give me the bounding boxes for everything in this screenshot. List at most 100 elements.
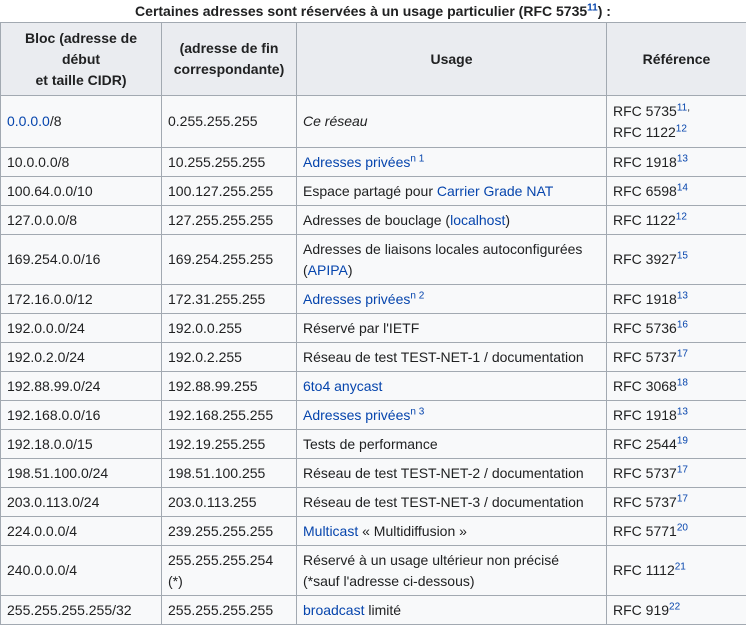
usage-link[interactable]: localhost: [450, 212, 505, 228]
cell-usage: Adresses privéesn 3: [296, 400, 607, 430]
cell-reference: RFC 573717: [606, 342, 746, 372]
table-row: 172.16.0.0/12 172.31.255.255 Adresses pr…: [0, 284, 746, 314]
cell-usage: Ce réseau: [296, 95, 607, 148]
cell-bloc: 10.0.0.0/8: [0, 147, 162, 177]
cell-usage: Réservé à un usage ultérieur non précisé…: [296, 545, 607, 596]
cell-usage: broadcast limité: [296, 595, 607, 625]
cell-fin: 10.255.255.255: [161, 147, 297, 177]
cell-bloc: 127.0.0.0/8: [0, 205, 162, 235]
table-row: 192.88.99.0/24 192.88.99.255 6to4 anycas…: [0, 371, 746, 401]
cell-usage: Réservé par l'IETF: [296, 313, 607, 343]
cell-reference: RFC 573717: [606, 458, 746, 488]
note-link[interactable]: n 3: [410, 406, 424, 417]
cell-fin: 198.51.100.255: [161, 458, 297, 488]
table-row: 192.0.2.0/24 192.0.2.255 Réseau de test …: [0, 342, 746, 372]
ref-link[interactable]: 13: [677, 153, 688, 164]
ref-link[interactable]: 15: [677, 250, 688, 261]
cell-usage: Réseau de test TEST-NET-2 / documentatio…: [296, 458, 607, 488]
table-row: 224.0.0.0/4 239.255.255.255 Multicast « …: [0, 516, 746, 546]
ref-link[interactable]: 17: [677, 464, 688, 475]
ref-link[interactable]: 12: [676, 123, 687, 134]
cell-fin: 239.255.255.255: [161, 516, 297, 546]
ref-link[interactable]: 22: [669, 601, 680, 612]
ref-link[interactable]: 12: [676, 211, 687, 222]
usage-link[interactable]: Adresses privées: [303, 291, 410, 307]
cell-fin: 127.255.255.255: [161, 205, 297, 235]
cell-reference: RFC 191813: [606, 147, 746, 177]
bloc-link[interactable]: 0.0.0.0: [7, 113, 50, 129]
ref-link[interactable]: 16: [677, 319, 688, 330]
ref-link[interactable]: 20: [677, 522, 688, 533]
cell-bloc: 255.255.255.255/32: [0, 595, 162, 625]
usage-link[interactable]: Multicast: [303, 523, 358, 539]
table-row: 10.0.0.0/8 10.255.255.255 Adresses privé…: [0, 147, 746, 177]
ref-link[interactable]: 19: [677, 435, 688, 446]
cell-reference: RFC 111221: [606, 545, 746, 596]
cell-fin: 169.254.255.255: [161, 234, 297, 285]
cell-bloc: 100.64.0.0/10: [0, 176, 162, 206]
cell-usage: Multicast « Multidiffusion »: [296, 516, 607, 546]
cell-fin: 255.255.255.255: [161, 595, 297, 625]
usage-link[interactable]: Adresses privées: [303, 407, 410, 423]
cell-usage: Réseau de test TEST-NET-1 / documentatio…: [296, 342, 607, 372]
header-bloc: Bloc (adresse de début et taille CIDR): [0, 22, 162, 96]
cell-bloc: 0.0.0.0/8: [0, 95, 162, 148]
usage-link[interactable]: broadcast: [303, 602, 364, 618]
cell-reference: RFC 191813: [606, 284, 746, 314]
header-row: Bloc (adresse de début et taille CIDR) (ad…: [0, 22, 746, 96]
cell-reference: RFC 112212: [606, 205, 746, 235]
cell-reference: RFC 392715: [606, 234, 746, 285]
ref-link[interactable]: 14: [677, 182, 688, 193]
table-row: 255.255.255.255/32 255.255.255.255 broad…: [0, 595, 746, 625]
usage-link[interactable]: Adresses privées: [303, 154, 410, 170]
cell-fin: 203.0.113.255: [161, 487, 297, 517]
table-row: 0.0.0.0/8 0.255.255.255 Ce réseau RFC 57…: [0, 95, 746, 148]
table-row: 192.0.0.0/24 192.0.0.255 Réservé par l'I…: [0, 313, 746, 343]
ref-link[interactable]: 11: [677, 102, 687, 113]
table-row: 100.64.0.0/10 100.127.255.255 Espace par…: [0, 176, 746, 206]
cell-reference: RFC 306818: [606, 371, 746, 401]
table-row: 240.0.0.0/4 255.255.255.254 (*) Réservé à…: [0, 545, 746, 596]
cell-reference: RFC 577120: [606, 516, 746, 546]
note-link[interactable]: n 2: [410, 290, 424, 301]
cell-fin: 192.19.255.255: [161, 429, 297, 459]
table-row: 203.0.113.0/24 203.0.113.255 Réseau de t…: [0, 487, 746, 517]
cell-bloc: 192.0.2.0/24: [0, 342, 162, 372]
cell-fin: 255.255.255.254 (*): [161, 545, 297, 596]
cell-fin: 192.88.99.255: [161, 371, 297, 401]
cell-fin: 192.0.0.255: [161, 313, 297, 343]
usage-link[interactable]: Carrier Grade NAT: [437, 183, 553, 199]
cell-bloc: 198.51.100.0/24: [0, 458, 162, 488]
ref-link[interactable]: 21: [675, 561, 686, 572]
cell-usage: Adresses privéesn 2: [296, 284, 607, 314]
usage-link[interactable]: APIPA: [308, 262, 348, 278]
reserved-addresses-table: Bloc (adresse de début et taille CIDR) (ad…: [0, 22, 746, 625]
cell-bloc: 172.16.0.0/12: [0, 284, 162, 314]
ref-link[interactable]: 13: [677, 290, 688, 301]
ref-link[interactable]: 13: [677, 406, 688, 417]
cell-bloc: 192.0.0.0/24: [0, 313, 162, 343]
cell-usage: 6to4 anycast: [296, 371, 607, 401]
cell-fin: 192.0.2.255: [161, 342, 297, 372]
cell-usage: Réseau de test TEST-NET-3 / documentatio…: [296, 487, 607, 517]
cell-bloc: 224.0.0.0/4: [0, 516, 162, 546]
cell-usage: Tests de performance: [296, 429, 607, 459]
caption-ref[interactable]: 11: [587, 2, 598, 13]
cell-fin: 172.31.255.255: [161, 284, 297, 314]
table-caption: Certaines adresses sont réservées à un u…: [0, 0, 746, 22]
table-row: 127.0.0.0/8 127.255.255.255 Adresses de …: [0, 205, 746, 235]
header-usage: Usage: [296, 22, 607, 96]
usage-link[interactable]: 6to4 anycast: [303, 378, 382, 394]
table-row: 169.254.0.0/16 169.254.255.255 Adresses …: [0, 234, 746, 285]
caption-tail: ) :: [597, 3, 611, 19]
note-link[interactable]: n 1: [410, 153, 424, 164]
ref-link[interactable]: 18: [677, 377, 688, 388]
cell-bloc: 169.254.0.0/16: [0, 234, 162, 285]
table-row: 198.51.100.0/24 198.51.100.255 Réseau de…: [0, 458, 746, 488]
cell-reference: RFC 573511, RFC 112212: [606, 95, 746, 148]
cell-fin: 100.127.255.255: [161, 176, 297, 206]
cell-reference: RFC 254419: [606, 429, 746, 459]
ref-link[interactable]: 17: [677, 348, 688, 359]
table-row: 192.18.0.0/15 192.19.255.255 Tests de pe…: [0, 429, 746, 459]
ref-link[interactable]: 17: [677, 493, 688, 504]
